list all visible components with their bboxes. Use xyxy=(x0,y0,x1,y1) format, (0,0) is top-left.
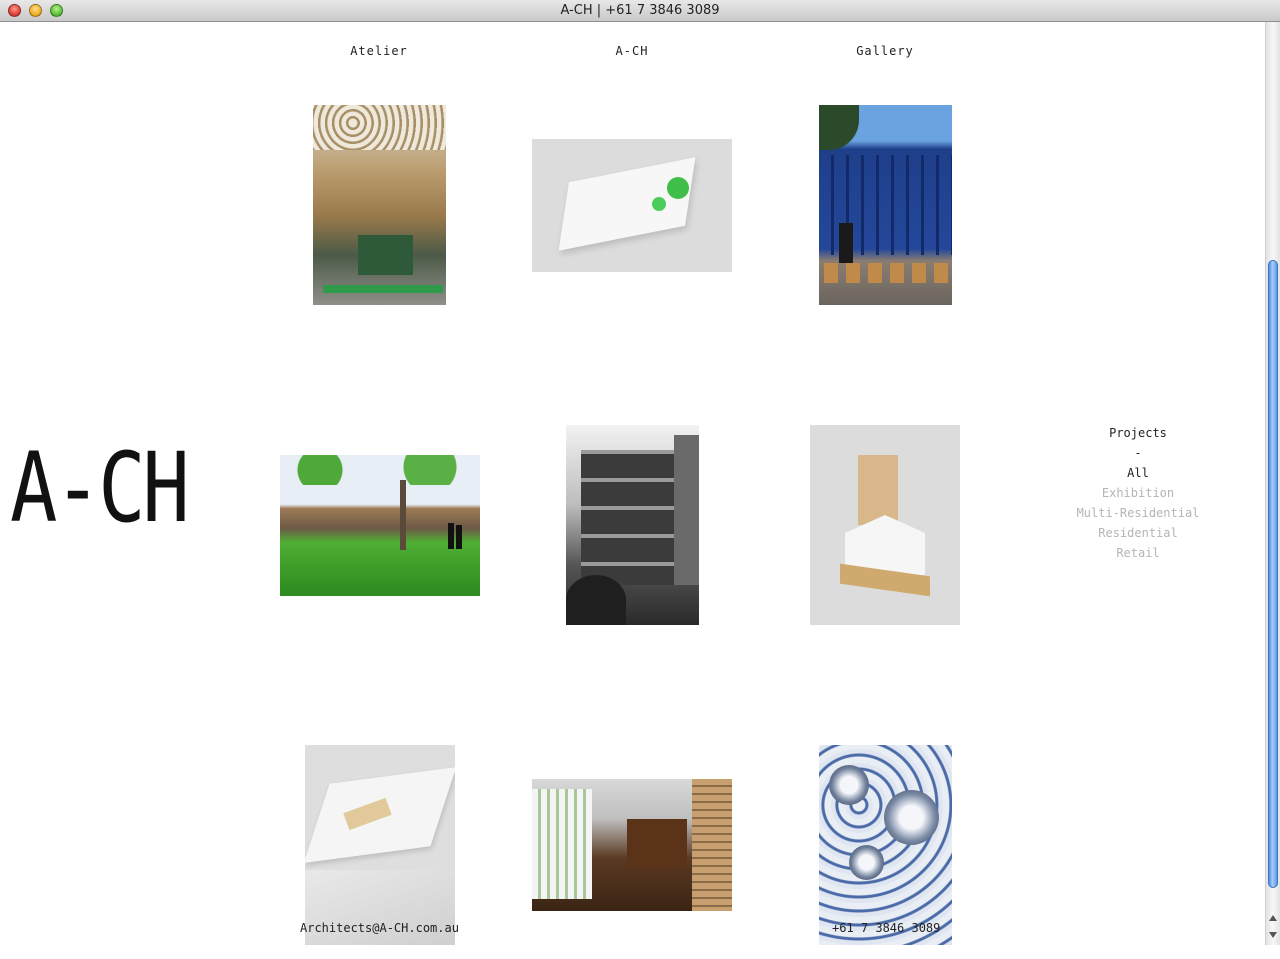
project-tile-ceramic-installation[interactable] xyxy=(819,745,952,945)
contact-email-link[interactable]: Architects@A-CH.com.au xyxy=(300,921,459,935)
project-tile-apartment-bw[interactable] xyxy=(566,425,699,625)
nav-atelier-link[interactable]: Atelier xyxy=(350,44,408,58)
project-tile-green-render[interactable] xyxy=(280,455,480,596)
contact-phone-link[interactable]: +61 7 3846 3089 xyxy=(832,921,940,935)
project-tile-blue-pavilion[interactable] xyxy=(819,105,952,305)
scrollbar-thumb[interactable] xyxy=(1268,260,1278,888)
project-tile-house-model[interactable] xyxy=(810,425,960,625)
filter-exhibition[interactable]: Exhibition xyxy=(1060,483,1216,503)
window-title: A-CH | +61 7 3846 3089 xyxy=(560,3,720,18)
nav-ach-link[interactable]: A-CH xyxy=(616,44,649,58)
project-tile-timber-corridor[interactable] xyxy=(532,779,732,911)
nav-gallery-link[interactable]: Gallery xyxy=(856,44,914,58)
vertical-scrollbar[interactable] xyxy=(1265,22,1280,945)
filter-all[interactable]: All xyxy=(1060,463,1216,483)
project-tile-atelier-interior[interactable] xyxy=(313,105,446,305)
filter-retail[interactable]: Retail xyxy=(1060,543,1216,563)
filter-heading-projects: Projects xyxy=(1109,426,1167,440)
filter-separator: - xyxy=(1134,446,1142,460)
scroll-up-arrow-icon[interactable] xyxy=(1269,915,1277,921)
filter-residential[interactable]: Residential xyxy=(1060,523,1216,543)
project-tile-site-model[interactable] xyxy=(305,745,455,945)
brand-logo[interactable]: A-CH xyxy=(10,440,190,536)
filter-multi-residential[interactable]: Multi-Residential xyxy=(1060,503,1216,523)
window-titlebar: A-CH | +61 7 3846 3089 xyxy=(0,0,1280,22)
scroll-down-arrow-icon[interactable] xyxy=(1269,932,1277,938)
project-filter-menu: Projects - All Exhibition Multi-Resident… xyxy=(1060,423,1216,563)
project-tile-white-model[interactable] xyxy=(532,139,732,272)
